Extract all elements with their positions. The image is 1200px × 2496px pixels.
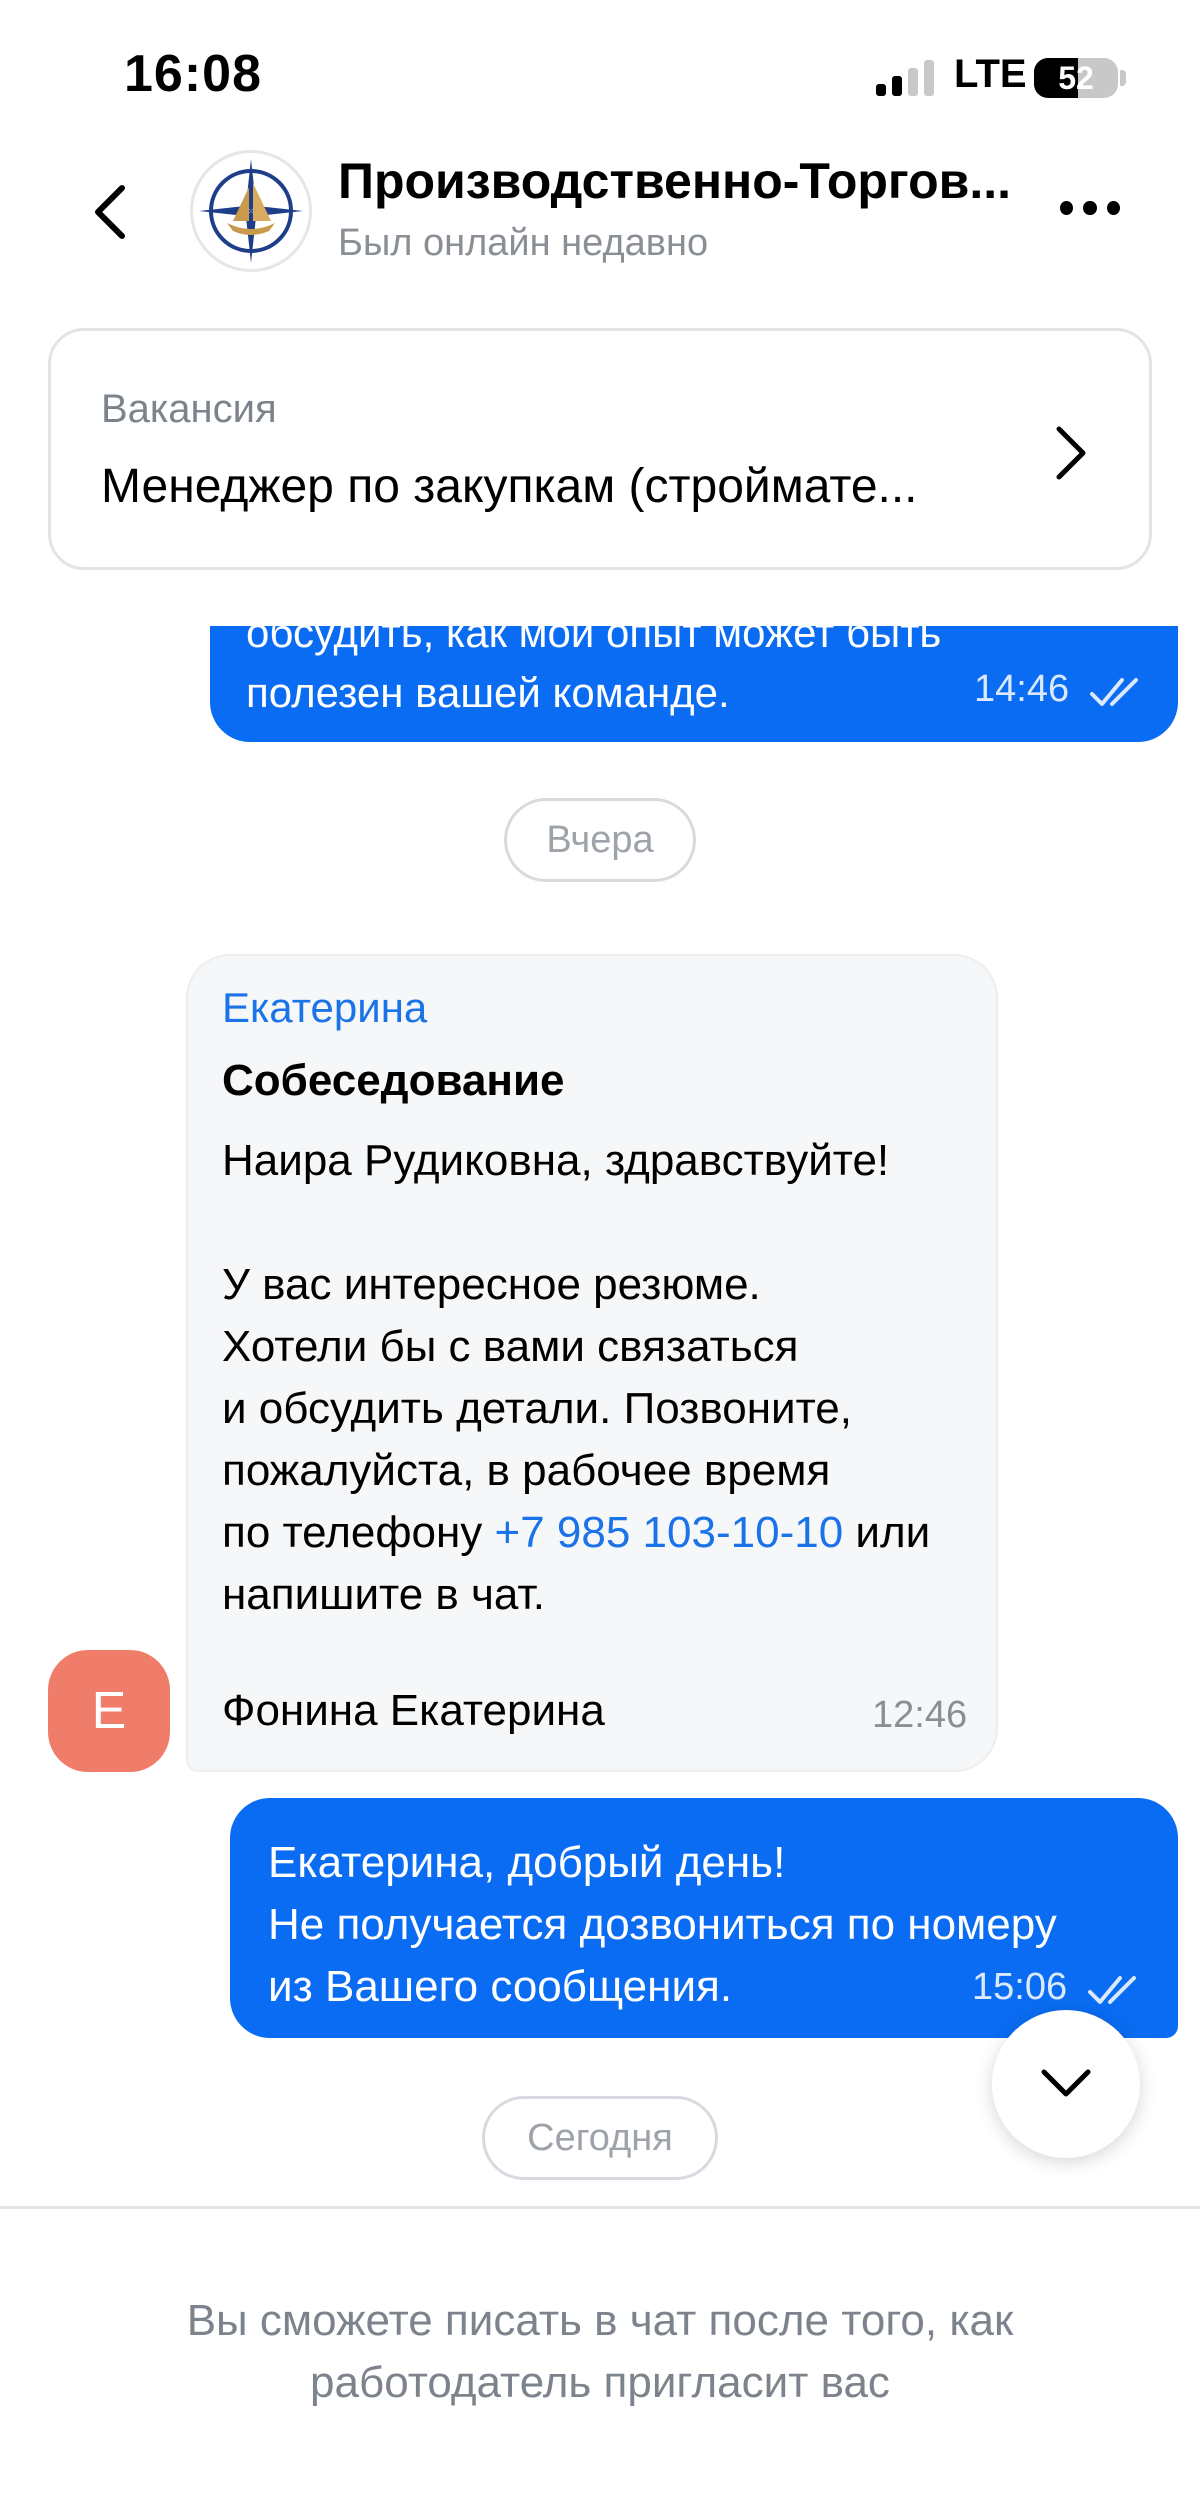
vacancy-label: Вакансия: [101, 387, 277, 431]
more-dot: [1106, 201, 1120, 215]
vacancy-title: Менеджер по закупкам (строймате...: [101, 460, 918, 513]
message-time: 12:46: [872, 1694, 968, 1736]
chevron-right-icon: [1056, 426, 1086, 480]
more-button[interactable]: [1060, 196, 1120, 220]
company-logo-icon: [199, 159, 303, 263]
chevron-down-icon: [1041, 2069, 1091, 2097]
outgoing-message[interactable]: Екатерина, добрый день! Не получается до…: [230, 1798, 1178, 2038]
more-dot: [1083, 201, 1097, 215]
double-check-icon: [1090, 678, 1138, 706]
signal-icon: [876, 60, 934, 96]
online-status: Был онлайн недавно: [338, 222, 709, 264]
chat-disabled-note: Вы сможете писать в чат после того, как …: [186, 2296, 1014, 2407]
divider: [0, 2206, 1200, 2209]
outgoing-message[interactable]: обсудить, как мой опыт может быть полезе…: [210, 626, 1178, 742]
message-signature: Фонина Екатерина: [222, 1686, 605, 1735]
message-text-cut: обсудить, как мой опыт может быть: [246, 626, 942, 656]
date-separator-today: Сегодня: [482, 2096, 718, 2180]
message-time: 14:46: [974, 668, 1070, 710]
message-time: 15:06: [972, 1966, 1068, 2008]
date-separator-yesterday: Вчера: [504, 798, 696, 882]
battery-level: 52: [1058, 60, 1094, 96]
battery-icon: 52: [1034, 58, 1118, 98]
message-text: полезен вашей команде.: [246, 669, 730, 716]
sender-avatar[interactable]: Е: [48, 1650, 170, 1772]
sender-name[interactable]: Екатерина: [222, 984, 427, 1032]
status-time: 16:08: [124, 45, 262, 103]
incoming-message[interactable]: Екатерина Собеседование Наира Рудиковна,…: [186, 954, 998, 1772]
more-icon: [1060, 201, 1074, 215]
network-type: LTE: [954, 52, 1027, 96]
battery-tip: [1120, 70, 1126, 86]
double-check-icon: [1088, 1976, 1136, 2004]
phone-link[interactable]: +7 985 103-10-10: [495, 1508, 844, 1557]
company-avatar[interactable]: [190, 150, 312, 272]
message-body: Наира Рудиковна, здравствуйте! У вас инт…: [222, 1130, 982, 1626]
message-body-text: Наира Рудиковна, здравствуйте! У вас инт…: [222, 1136, 890, 1557]
message-text: Екатерина, добрый день! Не получается до…: [268, 1838, 1057, 2011]
back-button[interactable]: [80, 176, 140, 248]
message-subject: Собеседование: [222, 1056, 565, 1105]
chat-title[interactable]: Производственно-Торгов...: [338, 152, 1018, 210]
back-arrow-icon: [95, 185, 125, 239]
scroll-down-button[interactable]: [992, 2010, 1140, 2158]
vacancy-card[interactable]: Вакансия Менеджер по закупкам (строймате…: [48, 328, 1152, 570]
